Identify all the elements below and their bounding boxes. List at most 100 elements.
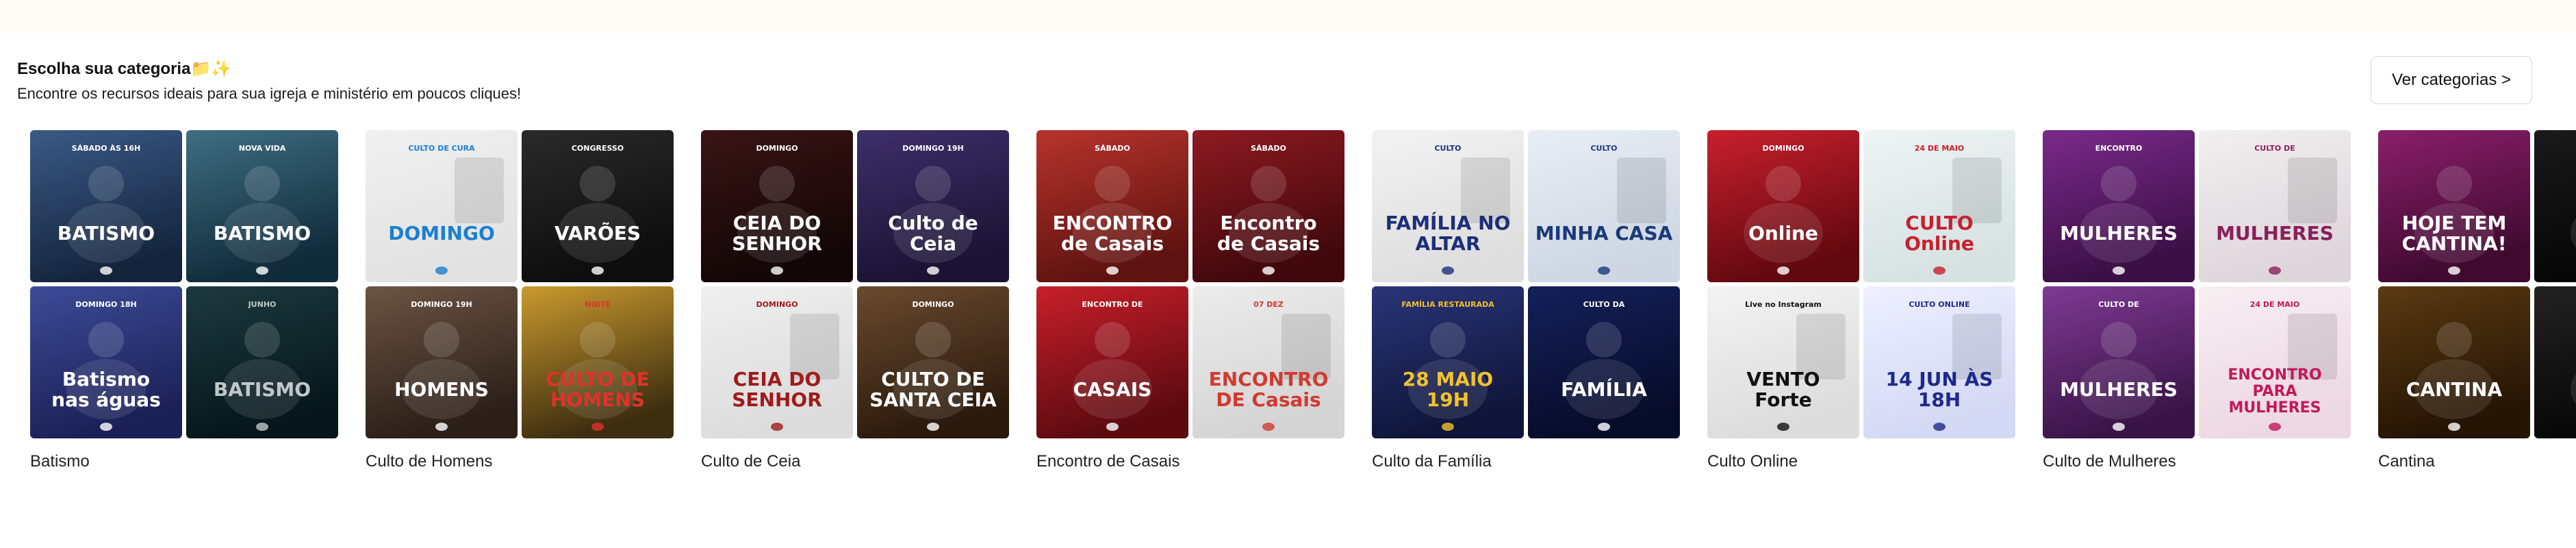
category-label[interactable]: Culto de Homens: [366, 452, 492, 471]
thumbnail-headline: FAMÍLIA NO: [1386, 211, 1511, 234]
template-thumbnail[interactable]: [2534, 286, 2576, 438]
thumbnail-headline: 18H: [1918, 388, 1961, 411]
category-card[interactable]: SÁBADO ÀS 16H BATISMO NOVA VIDA BATISMO DOMI…: [30, 130, 338, 480]
thumbnail-headline: CEIA DO: [733, 368, 821, 390]
template-thumbnail[interactable]: NOITE CULTO DE HOMENS: [522, 286, 674, 438]
template-thumbnail[interactable]: DOMINGO 19H HOMENS: [366, 286, 518, 438]
church-logo-icon: [771, 266, 783, 275]
template-thumbnail[interactable]: CULTO ONLINE 14 JUN ÀS 18H: [1863, 286, 2015, 438]
category-card[interactable]: CULTO DE CURA DOMINGO CONGRESSO VARÕES DOMIN…: [366, 130, 674, 480]
template-thumbnail[interactable]: 24 DE MAIO CULTO Online: [1863, 130, 2015, 282]
thumbnail-headline: ALTAR: [1415, 232, 1480, 255]
template-thumbnail[interactable]: 24 DE MAIO ENCONTRO PARA MULHERES: [2199, 286, 2351, 438]
thumbnail-headline: HOMENS: [394, 378, 489, 401]
category-label[interactable]: Culto de Mulheres: [2043, 452, 2176, 471]
thumbnail-headline: BATISMO: [214, 222, 311, 245]
church-logo-icon: [591, 423, 604, 431]
template-thumbnail[interactable]: DOMINGO 18H Batismo nas águas: [30, 286, 182, 438]
church-logo-icon: [100, 423, 112, 431]
template-thumbnail[interactable]: SÁBADO ENCONTRO de Casais: [1036, 130, 1188, 282]
template-thumbnail[interactable]: DOMINGO CULTO DE SANTA CEIA: [857, 286, 1009, 438]
template-thumbnail[interactable]: DOMINGO Online: [1707, 130, 1859, 282]
category-card[interactable]: HOJE TEM CANTINA! CANTINA Cantina: [2378, 130, 2576, 480]
thumbnail-caption: DOMINGO 19H: [411, 300, 472, 309]
category-card[interactable]: ENCONTRO MULHERES CULTO DE MULHERES CULTO DE…: [2043, 130, 2351, 480]
template-thumbnail[interactable]: FAMÍLIA RESTAURADA 28 MAIO 19H: [1372, 286, 1524, 438]
template-thumbnail[interactable]: DOMINGO CEIA DO SENHOR: [701, 286, 853, 438]
thumbnail-grid: CULTO FAMÍLIA NO ALTAR CULTO MINHA CASA FAMÍL…: [1372, 130, 1680, 438]
thumbnail-headline: ENCONTRO: [1209, 368, 1329, 390]
thumbnail-caption: ENCONTRO DE: [1082, 300, 1143, 309]
template-thumbnail[interactable]: CULTO FAMÍLIA NO ALTAR: [1372, 130, 1524, 282]
category-card[interactable]: CULTO FAMÍLIA NO ALTAR CULTO MINHA CASA FAMÍL…: [1372, 130, 1680, 480]
thumbnail-headline: VENTO: [1746, 368, 1820, 390]
church-logo-icon: [2448, 423, 2460, 431]
category-label[interactable]: Batismo: [30, 452, 90, 471]
church-logo-icon: [1262, 423, 1275, 431]
church-logo-icon: [1777, 266, 1789, 275]
church-logo-icon: [256, 423, 268, 431]
view-categories-button[interactable]: Ver categorias >: [2371, 56, 2532, 104]
thumbnail-headline: ENCONTRO: [2228, 366, 2321, 384]
template-thumbnail[interactable]: HOJE TEM CANTINA!: [2378, 130, 2530, 282]
template-thumbnail[interactable]: ENCONTRO MULHERES: [2043, 130, 2195, 282]
category-label[interactable]: Culto Online: [1707, 452, 1798, 471]
thumbnail-caption: DOMINGO: [756, 144, 798, 153]
church-logo-icon: [2269, 266, 2281, 275]
thumbnail-caption: 24 DE MAIO: [2250, 300, 2300, 309]
thumbnail-headline: DE Casais: [1216, 388, 1321, 411]
template-thumbnail[interactable]: CONGRESSO VARÕES: [522, 130, 674, 282]
church-logo-icon: [1442, 266, 1454, 275]
section-subtitle: Encontre os recursos ideais para sua igr…: [17, 85, 522, 102]
thumbnail-headline: 14 JUN ÀS: [1886, 367, 1993, 390]
thumbnail-headline: SENHOR: [732, 232, 822, 255]
template-thumbnail[interactable]: CULTO DA FAMÍLIA: [1528, 286, 1680, 438]
thumbnail-caption: DOMINGO: [1762, 144, 1804, 153]
category-card[interactable]: SÁBADO ENCONTRO de Casais SÁBADO Encontro de …: [1036, 130, 1344, 480]
template-thumbnail[interactable]: CULTO DE CURA DOMINGO: [366, 130, 518, 282]
thumbnail-headline: MULHERES: [2060, 378, 2178, 401]
template-thumbnail[interactable]: [2534, 130, 2576, 282]
category-label[interactable]: Encontro de Casais: [1036, 452, 1179, 471]
church-logo-icon: [100, 266, 112, 275]
thumbnail-headline: BATISMO: [214, 378, 311, 401]
church-logo-icon: [771, 423, 783, 431]
thumbnail-caption: CULTO ONLINE: [1909, 300, 1969, 309]
template-thumbnail[interactable]: JUNHO BATISMO: [186, 286, 338, 438]
category-label[interactable]: Culto da Família: [1372, 452, 1492, 471]
template-thumbnail[interactable]: ENCONTRO DE CASAIS: [1036, 286, 1188, 438]
church-logo-icon: [1598, 423, 1610, 431]
template-thumbnail[interactable]: CULTO DE MULHERES: [2199, 130, 2351, 282]
template-thumbnail[interactable]: SÁBADO Encontro de Casais: [1193, 130, 1344, 282]
template-thumbnail[interactable]: 07 DEZ ENCONTRO DE Casais: [1193, 286, 1344, 438]
thumbnail-grid: HOJE TEM CANTINA! CANTINA: [2378, 130, 2576, 438]
church-logo-icon: [1106, 266, 1119, 275]
thumbnail-caption: DOMINGO: [756, 300, 798, 309]
church-logo-icon: [2269, 423, 2281, 431]
thumbnail-headline: Batismo: [62, 368, 150, 390]
church-logo-icon: [1777, 423, 1789, 431]
church-logo-icon: [2113, 423, 2125, 431]
template-thumbnail[interactable]: CULTO MINHA CASA: [1528, 130, 1680, 282]
thumbnail-caption: SÁBADO: [1095, 144, 1130, 153]
category-label[interactable]: Cantina: [2378, 452, 2435, 471]
church-logo-icon: [927, 423, 939, 431]
thumbnail-caption: 24 DE MAIO: [1915, 144, 1965, 153]
thumbnail-caption: CONGRESSO: [572, 144, 624, 153]
template-thumbnail[interactable]: CULTO DE MULHERES: [2043, 286, 2195, 438]
thumbnail-headline: MULHERES: [2216, 222, 2334, 245]
template-thumbnail[interactable]: DOMINGO CEIA DO SENHOR: [701, 130, 853, 282]
template-thumbnail[interactable]: CANTINA: [2378, 286, 2530, 438]
thumbnail-headline: MULHERES: [2060, 222, 2178, 245]
template-thumbnail[interactable]: SÁBADO ÀS 16H BATISMO: [30, 130, 182, 282]
template-thumbnail[interactable]: Live no Instagram VENTO Forte: [1707, 286, 1859, 438]
thumbnail-headline: Forte: [1755, 388, 1811, 411]
thumbnail-headline: ENCONTRO: [1053, 212, 1173, 234]
thumbnail-grid: CULTO DE CURA DOMINGO CONGRESSO VARÕES DOMIN…: [366, 130, 674, 438]
template-thumbnail[interactable]: NOVA VIDA BATISMO: [186, 130, 338, 282]
category-card[interactable]: DOMINGO CEIA DO SENHOR DOMINGO 19H Culto de C…: [701, 130, 1009, 480]
category-label[interactable]: Culto de Ceia: [701, 452, 800, 471]
template-thumbnail[interactable]: DOMINGO 19H Culto de Ceia: [857, 130, 1009, 282]
church-logo-icon: [1442, 423, 1454, 431]
category-card[interactable]: DOMINGO Online 24 DE MAIO CULTO Online Live n…: [1707, 130, 2015, 480]
